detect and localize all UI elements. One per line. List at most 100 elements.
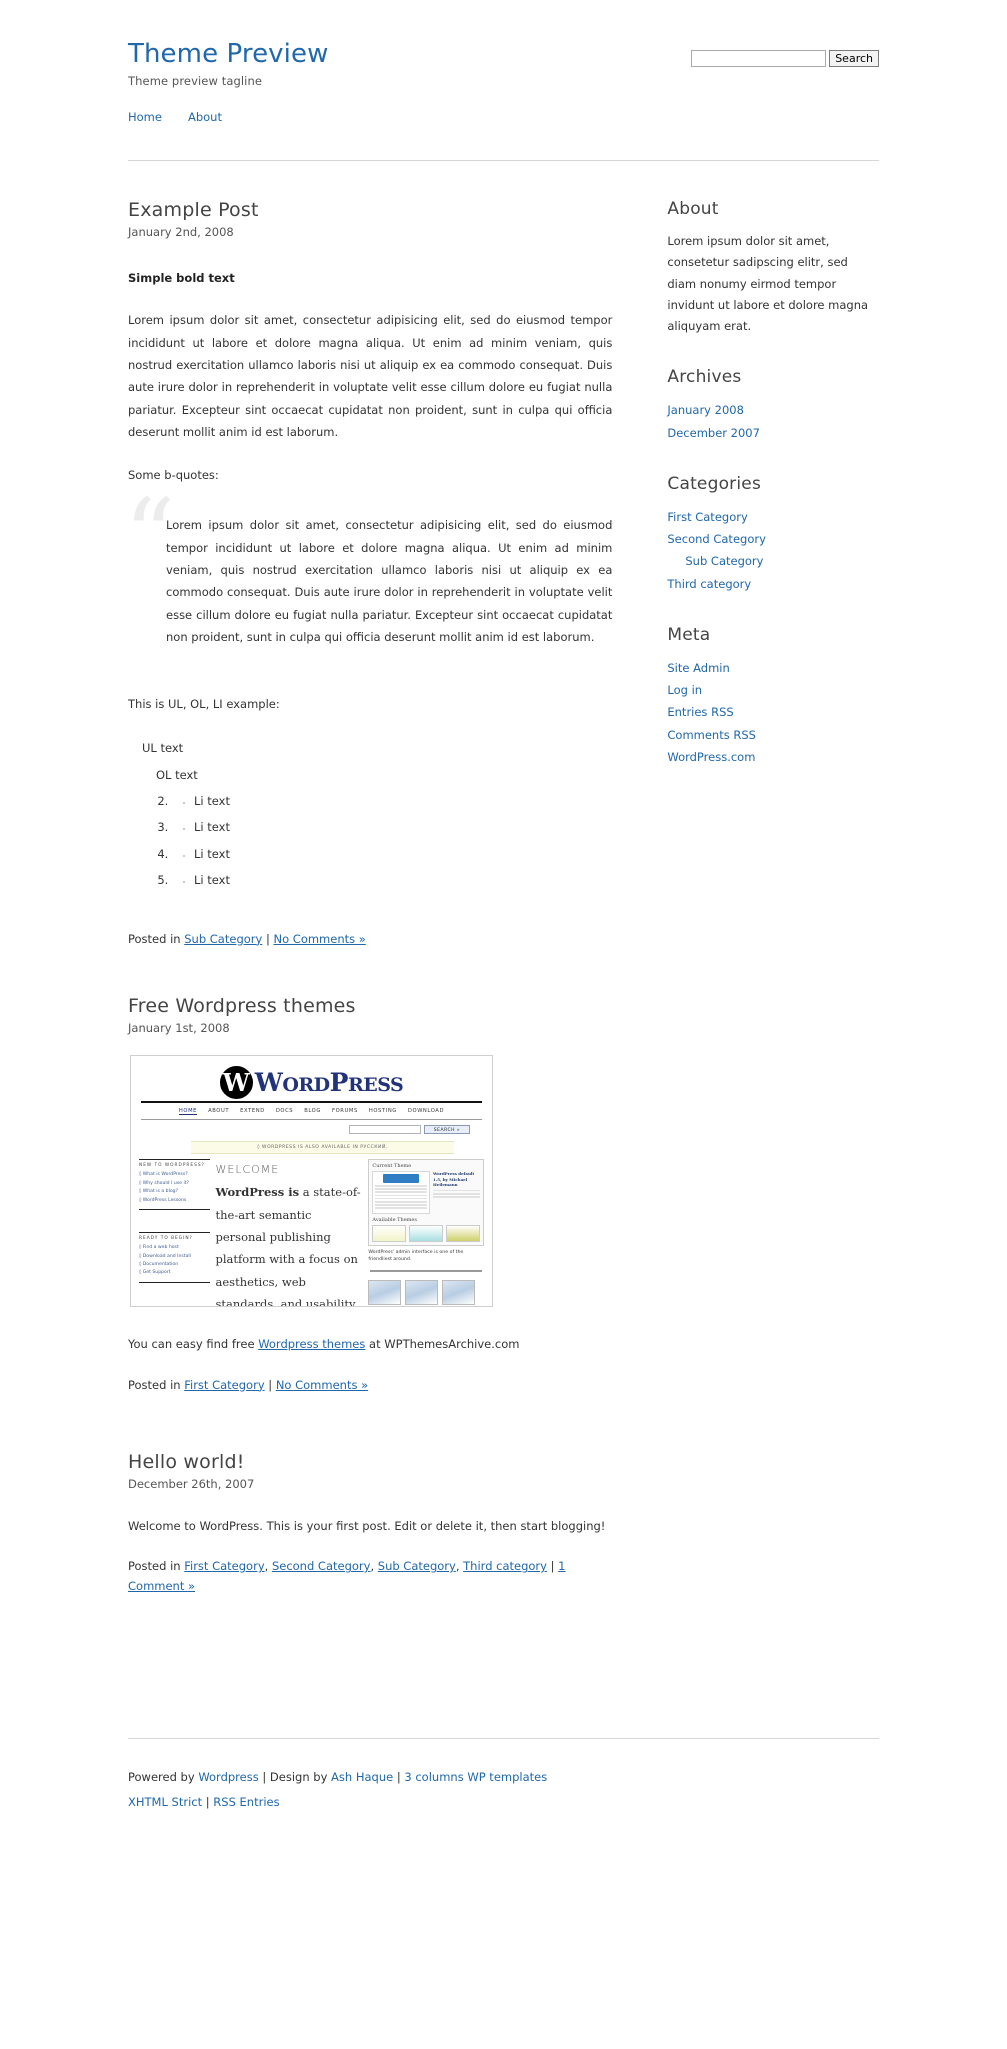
post-title-link[interactable]: Example Post — [128, 199, 259, 221]
primary-navigation: Home About — [0, 110, 1007, 152]
wp-new-item[interactable]: ◊ What is WordPress? — [139, 1171, 210, 1179]
meta-link-wordpress-com[interactable]: WordPress.com — [667, 750, 755, 764]
wp-thumb[interactable] — [442, 1279, 476, 1305]
post-title-link[interactable]: Hello world! — [128, 1451, 245, 1473]
footer-link-wordpress[interactable]: Wordpress — [198, 1770, 258, 1784]
wp-ord: ORD — [282, 1074, 330, 1097]
meta-category-link[interactable]: Sub Category — [184, 932, 262, 946]
meta-item[interactable]: Comments RSS — [667, 724, 879, 746]
meta-link-entries-rss[interactable]: Entries RSS — [667, 705, 733, 719]
wp-columns: NEW TO WORDPRESS? ◊ What is WordPress? ◊… — [131, 1159, 492, 1306]
meta-category-link[interactable]: First Category — [184, 1559, 264, 1573]
footer-prefix: Powered by — [128, 1770, 199, 1785]
footer-spacer: Powered by Wordpress | Design by Ash Haq… — [0, 1738, 1007, 1813]
meta-link-log-in[interactable]: Log in — [667, 683, 702, 697]
search-input[interactable] — [691, 50, 827, 67]
footer-link-wp-templates[interactable]: 3 columns WP templates — [404, 1770, 547, 1784]
post-date: January 2nd, 2008 — [128, 224, 234, 239]
li-list: Li text — [172, 814, 612, 840]
meta-item[interactable]: Log in — [667, 679, 879, 701]
wp-nav-home[interactable]: HOME — [178, 1108, 198, 1116]
footer-link-rss-entries[interactable]: RSS Entries — [213, 1795, 279, 1809]
wp-nav-hosting[interactable]: HOSTING — [369, 1108, 397, 1115]
wp-nav-forums[interactable]: FORUMS — [332, 1108, 358, 1115]
category-link-third[interactable]: Third category — [667, 577, 751, 591]
content-wrapper: Example Post January 2nd, 2008 Simple bo… — [0, 199, 1007, 1642]
meta-category-link[interactable]: Third category — [463, 1559, 547, 1573]
post-title[interactable]: Free Wordpress themes — [128, 995, 612, 1018]
category-item[interactable]: Second Category — [667, 528, 879, 550]
post-title-link[interactable]: Free Wordpress themes — [128, 995, 356, 1017]
meta-category-link[interactable]: First Category — [184, 1378, 264, 1392]
wp-nav-about[interactable]: ABOUT — [208, 1108, 229, 1115]
sidebar-archives-widget: Archives January 2008 December 2007 — [667, 367, 879, 444]
meta-category-link[interactable]: Second Category — [272, 1559, 371, 1573]
wp-theme-lines — [375, 1185, 428, 1209]
footer-mid-1: | Design by — [258, 1770, 332, 1785]
archive-link-december-2007[interactable]: December 2007 — [667, 426, 760, 440]
wp-nav: HOME ABOUT EXTEND DOCS BLOG FORUMS HOSTI… — [131, 1103, 492, 1119]
wp-thumb[interactable] — [368, 1279, 402, 1305]
nav-list: Home About — [128, 110, 879, 124]
category-link-sub[interactable]: Sub Category — [685, 554, 763, 568]
wp-new-item[interactable]: ◊ What is a blog? — [139, 1188, 210, 1196]
archive-item[interactable]: December 2007 — [667, 422, 879, 444]
archive-link-january-2008[interactable]: January 2008 — [667, 403, 744, 417]
category-link-second[interactable]: Second Category — [667, 532, 766, 546]
nav-link-home[interactable]: Home — [128, 110, 162, 124]
sidebar-about-text: Lorem ipsum dolor sit amet, consetetur s… — [667, 234, 869, 334]
wp-nav-download[interactable]: DOWNLOAD — [408, 1108, 444, 1115]
search-button[interactable]: Search — [829, 50, 879, 67]
site-title-link[interactable]: Theme Preview — [128, 39, 328, 69]
wp-search-button[interactable]: SEARCH » — [424, 1125, 470, 1135]
wp-begin-item[interactable]: ◊ Download and Install — [139, 1253, 210, 1261]
wp-para1-rest: a state-of-the-art semantic personal pub… — [215, 1185, 361, 1307]
post-free-wordpress-themes: Free Wordpress themes January 1st, 2008 … — [128, 995, 612, 1395]
page-root: Theme Preview Theme preview tagline Sear… — [0, 0, 1007, 1814]
category-item-sub[interactable]: Sub Category — [667, 550, 879, 572]
category-item[interactable]: Third category — [667, 573, 879, 595]
meta-prefix: Posted in — [128, 1559, 185, 1574]
category-link-first[interactable]: First Category — [667, 510, 747, 524]
meta-comments-link[interactable]: No Comments » — [274, 932, 366, 946]
meta-link-comments-rss[interactable]: Comments RSS — [667, 728, 756, 742]
wp-begin-item[interactable]: ◊ Find a web host — [139, 1244, 210, 1252]
meta-category-link[interactable]: Sub Category — [378, 1559, 456, 1573]
wp-right-caption: WordPress' admin interface is one of the… — [368, 1249, 464, 1263]
wp-theme-panel: Current Theme WordPress default 1.5, by … — [368, 1159, 484, 1246]
wp-nav-extend[interactable]: EXTEND — [240, 1108, 265, 1115]
footer-link-ash-haque[interactable]: Ash Haque — [331, 1770, 393, 1784]
wp-search-input[interactable] — [349, 1125, 421, 1135]
caption-link[interactable]: Wordpress themes — [258, 1337, 365, 1351]
meta-item[interactable]: Entries RSS — [667, 701, 879, 723]
wp-theme-swatch — [372, 1224, 407, 1242]
meta-item[interactable]: Site Admin — [667, 657, 879, 679]
post-title[interactable]: Example Post — [128, 199, 612, 222]
wordpress-homepage-screenshot[interactable]: W WORDPRESS HOME ABOUT EXTEND DOCS BLOG … — [130, 1055, 493, 1308]
meta-item[interactable]: WordPress.com — [667, 746, 879, 768]
li-item: Li text — [194, 841, 612, 867]
category-item[interactable]: First Category — [667, 506, 879, 528]
footer-link-xhtml-strict[interactable]: XHTML Strict — [128, 1795, 202, 1809]
wp-theme-swatch — [409, 1224, 444, 1242]
wp-begin-title: READY TO BEGIN? — [139, 1236, 193, 1242]
search-form: Search — [691, 50, 879, 67]
wp-thumb[interactable] — [405, 1279, 439, 1305]
wp-new-item[interactable]: ◊ Why should I use it? — [139, 1180, 210, 1188]
archive-item[interactable]: January 2008 — [667, 399, 879, 421]
nav-link-about[interactable]: About — [188, 110, 222, 124]
wp-new-item[interactable]: ◊ WordPress Lessons — [139, 1197, 210, 1205]
meta-list: Site Admin Log in Entries RSS Comments R… — [667, 657, 879, 768]
wp-begin-item[interactable]: ◊ Get Support — [139, 1269, 210, 1277]
nav-item-home[interactable]: Home — [128, 110, 162, 124]
meta-link-site-admin[interactable]: Site Admin — [667, 661, 729, 675]
wp-begin-item[interactable]: ◊ Documentation — [139, 1261, 210, 1269]
wp-nav-docs[interactable]: DOCS — [276, 1108, 293, 1115]
post-title[interactable]: Hello world! — [128, 1451, 612, 1474]
sidebar-about-heading: About — [667, 199, 719, 219]
wp-language-notice: ◊ WORDPRESS IS ALSO AVAILABLE IN РУССКИЙ… — [191, 1141, 454, 1155]
nav-item-about[interactable]: About — [188, 110, 222, 124]
wp-nav-blog[interactable]: BLOG — [304, 1108, 321, 1115]
sidebar-about-widget: About Lorem ipsum dolor sit amet, conset… — [667, 199, 879, 337]
meta-comments-link[interactable]: No Comments » — [276, 1378, 368, 1392]
